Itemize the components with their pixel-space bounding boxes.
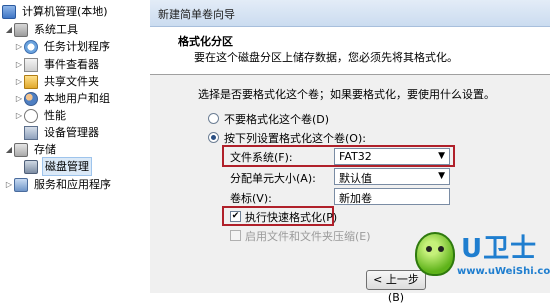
tree-item-root[interactable]: 计算机管理(本地) <box>2 3 110 20</box>
no-format-label[interactable]: 不要格式化这个卷(D) <box>224 111 329 127</box>
format-label[interactable]: 按下列设置格式化这个卷(O): <box>224 130 366 146</box>
compression-label[interactable]: 启用文件和文件夹压缩(E) <box>245 228 371 244</box>
window-title: 新建简单卷向导 <box>158 8 235 21</box>
file-system-value: FAT32 <box>339 150 372 163</box>
watermark-logo: U卫士 www.uWeiShi.com <box>409 226 550 288</box>
shared-folder-icon <box>24 74 38 89</box>
allocation-unit-select[interactable]: 默认值 ▼ <box>334 168 450 185</box>
navigation-tree: 计算机管理(本地) ◢ 系统工具 ▷ 任务计划程序 ▷ 事件查看器 ▷ 共享文件… <box>0 0 151 293</box>
storage-icon <box>14 142 28 157</box>
header-subtitle: 要在这个磁盘分区上储存数据，您必须先将其格式化。 <box>194 51 458 64</box>
logo-url: www.uWeiShi.com <box>457 266 550 277</box>
collapse-arrow-icon[interactable]: ▷ <box>14 56 24 73</box>
format-prompt: 选择是否要格式化这个卷；如果要格式化，要使用什么设置。 <box>198 88 495 101</box>
computer-management-icon <box>2 4 16 19</box>
file-system-select[interactable]: FAT32 ▼ <box>334 148 450 165</box>
allocation-unit-value: 默认值 <box>339 172 372 185</box>
allocation-unit-label: 分配单元大小(A): <box>230 172 316 185</box>
collapse-arrow-icon[interactable]: ▷ <box>4 176 14 193</box>
volume-label-value: 新加卷 <box>339 192 372 205</box>
chevron-down-icon: ▼ <box>438 151 445 161</box>
device-manager-icon <box>24 125 38 140</box>
collapse-arrow-icon[interactable]: ▷ <box>14 90 24 107</box>
chevron-down-icon: ▼ <box>438 171 445 181</box>
clock-icon <box>24 39 38 54</box>
tree-item-system-tools[interactable]: ◢ 系统工具 <box>4 21 80 38</box>
file-system-label: 文件系统(F): <box>230 151 293 164</box>
mascot-icon <box>415 232 455 276</box>
tree-item-device-manager[interactable]: 设备管理器 <box>24 124 101 141</box>
quick-format-checkbox[interactable]: ✔ <box>230 211 241 222</box>
no-format-radio[interactable] <box>208 113 219 124</box>
expand-arrow-icon[interactable]: ◢ <box>4 141 14 158</box>
tree-item-services-apps[interactable]: ▷ 服务和应用程序 <box>4 176 113 193</box>
tree-item-shared-folders[interactable]: ▷ 共享文件夹 <box>14 73 101 90</box>
window-titlebar[interactable]: 新建简单卷向导 <box>150 0 550 27</box>
collapse-arrow-icon[interactable]: ▷ <box>14 73 24 90</box>
tree-item-storage[interactable]: ◢ 存储 <box>4 141 58 158</box>
users-icon <box>24 91 38 106</box>
header-title: 格式化分区 <box>178 35 233 48</box>
disk-icon <box>24 159 38 174</box>
performance-gauge-icon <box>24 108 38 123</box>
collapse-arrow-icon[interactable]: ▷ <box>14 38 24 55</box>
quick-format-label[interactable]: 执行快速格式化(P) <box>245 209 337 225</box>
collapse-arrow-icon[interactable]: ▷ <box>14 107 24 124</box>
volume-label-input[interactable]: 新加卷 <box>334 188 450 205</box>
tree-item-task-scheduler[interactable]: ▷ 任务计划程序 <box>14 38 112 55</box>
tools-icon <box>14 22 28 37</box>
tree-item-local-users[interactable]: ▷ 本地用户和组 <box>14 90 112 107</box>
event-log-icon <box>24 57 38 72</box>
services-icon <box>14 177 28 192</box>
tree-item-event-viewer[interactable]: ▷ 事件查看器 <box>14 56 101 73</box>
compression-checkbox[interactable] <box>230 230 241 241</box>
tree-item-performance[interactable]: ▷ 性能 <box>14 107 68 124</box>
volume-label-label: 卷标(V): <box>230 192 272 205</box>
expand-arrow-icon[interactable]: ◢ <box>4 21 14 38</box>
wizard-header: 格式化分区 要在这个磁盘分区上储存数据，您必须先将其格式化。 <box>150 27 550 75</box>
tree-item-disk-management[interactable]: 磁盘管理 <box>24 157 92 176</box>
logo-title: U卫士 <box>461 234 538 264</box>
format-radio[interactable] <box>208 132 219 143</box>
